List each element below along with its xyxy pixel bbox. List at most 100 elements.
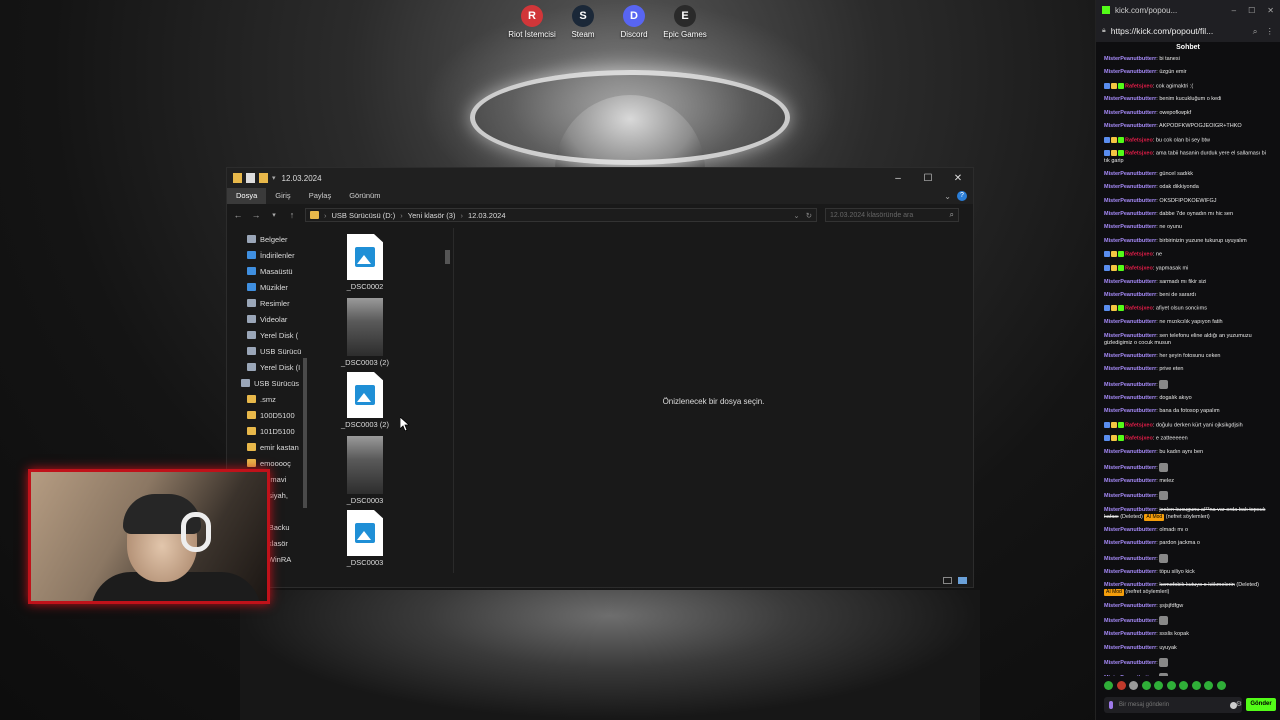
nav-item[interactable]: 100D5100 [227, 407, 307, 423]
emote-icon[interactable] [1141, 681, 1151, 690]
large-icons-view-icon[interactable] [958, 576, 967, 584]
chat-username[interactable]: MisterPeanutbutterr [1104, 540, 1156, 546]
nav-item[interactable]: Belgeler [227, 231, 307, 247]
ribbon-expand-icon[interactable]: ⌄ [944, 192, 951, 201]
new-folder-icon[interactable] [259, 173, 268, 183]
breadcrumb-folder[interactable]: Yeni klasör (3) [408, 211, 456, 220]
emote-icon[interactable] [1116, 681, 1126, 690]
chat-username[interactable]: MisterPeanutbutterr [1104, 279, 1156, 285]
chat-message-input[interactable]: Bir mesaj gönderin [1104, 697, 1242, 713]
nav-item[interactable]: Yerel Disk (I [227, 359, 307, 375]
close-button[interactable]: ✕ [1267, 6, 1274, 15]
file-item[interactable]: _DSC0003 [335, 508, 395, 567]
breadcrumb-current[interactable]: 12.03.2024 [468, 211, 506, 220]
emote-icon[interactable] [1154, 681, 1163, 690]
chat-messages[interactable]: MisterPeanutbutterr: bi tanesi MisterPean… [1096, 56, 1280, 676]
file-item[interactable]: _DSC0003 (2) [335, 370, 395, 429]
chat-username[interactable]: MisterPeanutbutterr [1104, 582, 1156, 588]
emote-icon[interactable] [1191, 681, 1201, 690]
desktop-shortcut-riot[interactable]: R Riot İstemcisi [504, 5, 560, 39]
chat-username[interactable]: MisterPeanutbutterr [1104, 319, 1156, 325]
nav-item[interactable]: Müzikler [227, 279, 307, 295]
file-item[interactable]: _DSC0003 (2) [335, 298, 395, 367]
send-button[interactable]: Gönder [1246, 698, 1276, 711]
chat-username[interactable]: MisterPeanutbutterr [1104, 465, 1156, 471]
nav-item[interactable]: 101D5100 [227, 423, 307, 439]
back-button[interactable]: ← [233, 210, 243, 220]
minimize-button[interactable]: – [883, 173, 913, 184]
minimize-button[interactable]: – [1232, 6, 1236, 15]
chat-username[interactable]: Rafetsjxeo [1125, 83, 1153, 89]
quick-access-dropdown-icon[interactable]: ▾ [272, 174, 276, 182]
forward-button[interactable]: → [251, 210, 261, 220]
nav-item[interactable]: Yerel Disk ( [227, 327, 307, 343]
chat-settings-icon[interactable]: ⚙ [1236, 700, 1242, 708]
emote-icon[interactable] [1204, 681, 1213, 690]
tab-gorunum[interactable]: Görünüm [340, 188, 389, 204]
chat-username[interactable]: Rafetsjxeo [1125, 252, 1153, 258]
maximize-button[interactable]: ☐ [913, 173, 943, 184]
chat-username[interactable]: MisterPeanutbutterr [1104, 395, 1156, 401]
emote-icon[interactable] [1104, 681, 1113, 690]
more-icon[interactable]: ⋮ [1266, 26, 1275, 37]
chat-username[interactable]: MisterPeanutbutterr [1104, 527, 1156, 533]
chat-username[interactable]: MisterPeanutbutterr [1104, 110, 1156, 116]
chat-username[interactable]: MisterPeanutbutterr [1104, 507, 1156, 513]
desktop-shortcut-epic-games[interactable]: E Epic Games [657, 5, 713, 39]
nav-item[interactable]: Resimler [227, 295, 307, 311]
help-icon[interactable]: ? [957, 191, 967, 201]
chat-username[interactable]: MisterPeanutbutterr [1104, 603, 1156, 609]
chat-username[interactable]: MisterPeanutbutterr [1104, 408, 1156, 414]
nav-item[interactable]: USB Sürücüs [227, 375, 307, 391]
nav-item[interactable]: Masaüstü [227, 263, 307, 279]
chat-username[interactable]: MisterPeanutbutterr [1104, 478, 1156, 484]
address-dropdown-icon[interactable]: ⌄ [793, 211, 799, 220]
file-scrollbar-thumb[interactable] [445, 250, 450, 264]
chat-username[interactable]: MisterPeanutbutterr [1104, 631, 1156, 637]
file-item[interactable]: _DSC0003 [335, 436, 395, 505]
chat-username[interactable]: MisterPeanutbutterr [1104, 224, 1156, 230]
desktop-shortcut-discord[interactable]: D Discord [606, 5, 662, 39]
chat-username[interactable]: MisterPeanutbutterr [1104, 569, 1156, 575]
browser-titlebar[interactable]: kick.com/popou... – ☐ ✕ [1096, 0, 1280, 20]
chat-username[interactable]: Rafetsjxeo [1125, 422, 1153, 428]
refresh-icon[interactable]: ↻ [806, 211, 812, 220]
chat-username[interactable]: MisterPeanutbutterr [1104, 660, 1156, 666]
address-bar[interactable]: › USB Sürücüsü (D:) › Yeni klasör (3) › … [305, 208, 817, 222]
chat-username[interactable]: MisterPeanutbutterr [1104, 292, 1156, 298]
chat-username[interactable]: Rafetsjxeo [1125, 137, 1153, 143]
chat-username[interactable]: MisterPeanutbutterr [1104, 618, 1156, 624]
chat-username[interactable]: MisterPeanutbutterr [1104, 449, 1156, 455]
chat-username[interactable]: MisterPeanutbutterr [1104, 675, 1156, 676]
chat-username[interactable]: MisterPeanutbutterr [1104, 171, 1156, 177]
close-button[interactable]: ✕ [943, 173, 973, 184]
chat-username[interactable]: MisterPeanutbutterr [1104, 366, 1156, 372]
tab-dosya[interactable]: Dosya [227, 188, 267, 204]
file-scrollbar[interactable] [443, 228, 451, 573]
chat-username[interactable]: Rafetsjxeo [1125, 436, 1153, 442]
chat-username[interactable]: Rafetsjxeo [1125, 306, 1153, 312]
recent-locations-icon[interactable]: ▾ [269, 211, 279, 219]
chat-username[interactable]: MisterPeanutbutterr [1104, 69, 1156, 75]
nav-item[interactable]: .smz [227, 391, 307, 407]
nav-item[interactable]: USB Sürücü [227, 343, 307, 359]
breadcrumb-usb[interactable]: USB Sürücüsü (D:) [332, 211, 396, 220]
details-view-icon[interactable] [943, 576, 952, 584]
chat-username[interactable]: MisterPeanutbutterr [1104, 556, 1156, 562]
emote-icon[interactable] [1129, 681, 1138, 690]
chat-username[interactable]: MisterPeanutbutterr [1104, 238, 1156, 244]
up-button[interactable]: ↑ [287, 210, 297, 220]
zoom-icon[interactable]: ⌕ [1253, 26, 1258, 37]
chat-username[interactable]: MisterPeanutbutterr [1104, 353, 1156, 359]
file-item[interactable]: _DSC0002 [335, 232, 395, 291]
tab-paylas[interactable]: Paylaş [300, 188, 341, 204]
emote-icon[interactable] [1216, 681, 1226, 690]
nav-item[interactable]: emir kastan [227, 439, 307, 455]
chat-username[interactable]: MisterPeanutbutterr [1104, 96, 1156, 102]
tab-giris[interactable]: Giriş [266, 188, 299, 204]
explorer-titlebar[interactable]: ▾ 12.03.2024 – ☐ ✕ [227, 168, 973, 188]
chat-username[interactable]: MisterPeanutbutterr [1104, 56, 1156, 62]
emote-icon[interactable] [1179, 681, 1188, 690]
chat-username[interactable]: Rafetsjxeo [1125, 151, 1153, 157]
chat-username[interactable]: MisterPeanutbutterr [1104, 184, 1156, 190]
